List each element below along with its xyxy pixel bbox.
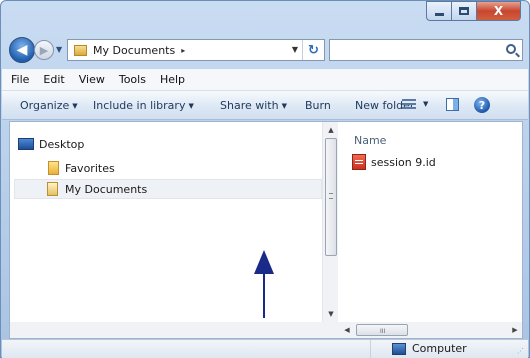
nav-pane-footer: [10, 322, 340, 338]
menu-tools[interactable]: Tools: [119, 73, 146, 86]
scroll-grip-icon: III: [380, 328, 386, 335]
share-with-label: Share with: [220, 99, 279, 112]
maximize-button[interactable]: [452, 1, 477, 21]
tree-item-favorites[interactable]: Favorites: [48, 158, 115, 178]
back-arrow-icon: ◀: [16, 42, 28, 58]
file-list-pane: Name session 9.id ◀ III ▶: [340, 122, 522, 338]
tree-item-my-documents[interactable]: My Documents: [14, 179, 322, 199]
refresh-button[interactable]: ↻: [302, 40, 324, 60]
caption-buttons: X: [426, 1, 521, 23]
column-header-name[interactable]: Name: [354, 134, 386, 147]
preview-pane-icon[interactable]: [446, 98, 459, 111]
chevron-down-icon: ▼: [72, 102, 78, 110]
burn-button[interactable]: Burn: [305, 99, 331, 112]
annotation-arrow-shaft: [263, 272, 265, 318]
resize-grip-icon[interactable]: ⋰: [517, 347, 524, 355]
tree-item-label: My Documents: [65, 182, 148, 196]
search-icon[interactable]: [506, 44, 516, 54]
folder-icon: [74, 44, 87, 56]
menu-file[interactable]: File: [11, 73, 29, 86]
recent-pages-dropdown-icon[interactable]: ▼: [56, 45, 62, 54]
menu-edit[interactable]: Edit: [43, 73, 64, 86]
file-item-label: session 9.id: [371, 155, 436, 169]
documents-icon: [47, 182, 58, 196]
address-text[interactable]: My Documents: [93, 44, 175, 57]
scroll-thumb[interactable]: III: [356, 324, 408, 336]
minimize-icon: [434, 12, 444, 16]
status-location-label: Computer: [412, 342, 467, 355]
tree-item-desktop[interactable]: Desktop: [18, 134, 84, 154]
scroll-down-arrow-icon[interactable]: ▼: [323, 306, 339, 322]
share-with-button[interactable]: Share with ▼: [220, 99, 287, 112]
navigation-bar: ◀ ▶ ▼ My Documents ▸ ▼ ↻: [9, 37, 523, 63]
tree-item-label: Favorites: [65, 161, 115, 175]
favorites-star-icon: [48, 161, 59, 175]
minimize-button[interactable]: [426, 1, 452, 21]
forward-button[interactable]: ▶: [34, 40, 54, 60]
chevron-down-icon: ▼: [281, 102, 287, 110]
status-segment: [2, 340, 371, 358]
address-bar[interactable]: My Documents ▸ ▼ ↻: [67, 39, 325, 61]
nav-pane-vertical-scrollbar[interactable]: ▲ ▼: [322, 122, 338, 322]
change-view-icon[interactable]: [402, 99, 416, 111]
scroll-grip-icon: [329, 193, 333, 199]
refresh-icon: ↻: [308, 42, 319, 58]
status-location: Computer: [392, 342, 467, 355]
file-item[interactable]: session 9.id: [352, 154, 436, 170]
close-button[interactable]: X: [477, 1, 521, 21]
menu-view[interactable]: View: [79, 73, 105, 86]
content-area: Desktop Favorites My Documents ▲ ▼ Name: [9, 121, 523, 339]
breadcrumb-chevron-icon[interactable]: ▸: [181, 46, 185, 55]
help-icon[interactable]: ?: [474, 97, 490, 113]
address-dropdown-icon[interactable]: ▼: [292, 45, 298, 54]
organize-button[interactable]: Organize ▼: [20, 99, 78, 112]
include-in-library-button[interactable]: Include in library ▼: [93, 99, 194, 112]
menu-bar: File Edit View Tools Help: [2, 69, 528, 91]
scroll-right-arrow-icon[interactable]: ▶: [508, 322, 522, 338]
maximize-icon: [459, 7, 469, 15]
close-icon: X: [493, 4, 504, 18]
command-bar: Organize ▼ Include in library ▼ Share with…: [2, 91, 528, 120]
desktop-icon: [18, 138, 34, 150]
scroll-up-arrow-icon[interactable]: ▲: [323, 122, 339, 138]
indesign-file-icon: [352, 154, 366, 170]
scroll-thumb[interactable]: [325, 138, 337, 256]
navigation-pane: Desktop Favorites My Documents ▲ ▼: [10, 122, 340, 338]
chevron-down-icon: ▼: [188, 102, 194, 110]
tree-item-label: Desktop: [39, 137, 85, 151]
include-in-library-label: Include in library: [93, 99, 186, 112]
annotation-arrow-head: [254, 250, 274, 274]
view-options-dropdown-icon[interactable]: ▼: [423, 100, 428, 108]
forward-arrow-icon: ▶: [39, 43, 49, 57]
computer-icon: [392, 342, 406, 355]
explorer-window: X ◀ ▶ ▼ My Documents ▸ ▼ ↻ File Edit Vie…: [0, 0, 530, 358]
status-bar: Computer ⋰: [2, 339, 528, 358]
file-pane-horizontal-scrollbar[interactable]: ◀ III ▶: [340, 322, 522, 338]
search-input[interactable]: [329, 39, 523, 61]
menu-help[interactable]: Help: [160, 73, 185, 86]
back-button[interactable]: ◀: [9, 37, 35, 63]
scroll-left-arrow-icon[interactable]: ◀: [340, 322, 354, 338]
organize-label: Organize: [20, 99, 70, 112]
